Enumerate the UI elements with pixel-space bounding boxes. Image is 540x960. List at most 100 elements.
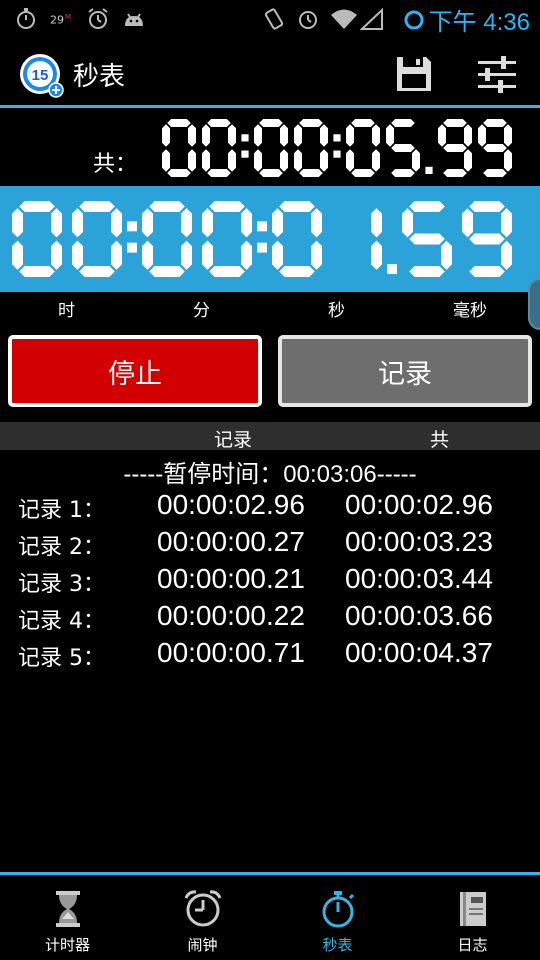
digit-segment (311, 240, 322, 270)
save-icon[interactable] (394, 54, 434, 94)
digit-segment (207, 119, 231, 127)
digit-segment (320, 124, 328, 147)
status-time: 下午 4:36 (428, 9, 530, 36)
digit-segment (209, 201, 245, 212)
digit-segment (391, 119, 415, 127)
digit-segment (386, 124, 394, 147)
digit-segment (254, 149, 262, 172)
laps-list: 记录 1： 00:00:02.96 00:00:02.96 记录 2： 00:0… (0, 488, 540, 673)
seven-segment-digit (462, 201, 512, 277)
seven-segment-digit (202, 201, 252, 277)
separator-dot (333, 134, 341, 142)
app-badge-number: 15 (32, 67, 49, 84)
nav-item-timer[interactable]: 计时器 (0, 875, 135, 960)
digit-segment (280, 149, 288, 172)
lap-button[interactable]: 记录 (278, 335, 532, 407)
digit-segment (294, 124, 302, 147)
total-hours (162, 119, 236, 177)
digit-segment (149, 266, 185, 277)
lap-separator (122, 199, 142, 279)
digit-segment (504, 124, 512, 147)
wifi-icon (331, 9, 357, 29)
digit-segment (409, 233, 445, 245)
total-separator (420, 117, 438, 179)
digit-segment (202, 240, 213, 270)
stop-button[interactable]: 停止 (8, 335, 262, 407)
nav-item-alarm[interactable]: 闹钟 (135, 875, 270, 960)
digit-segment (202, 208, 213, 238)
alarm-set-icon (299, 11, 317, 29)
alarm-icon (88, 8, 108, 29)
digit-segment (162, 149, 170, 172)
digit-segment (299, 169, 323, 177)
separator-dot (257, 221, 267, 232)
digit-segment (202, 149, 210, 172)
digit-segment (254, 124, 262, 147)
lap-name: 记录 3： (18, 572, 105, 597)
separator-dot (241, 134, 249, 142)
seven-segment-digit (478, 119, 512, 177)
lap-seconds (272, 201, 382, 277)
separator-dot (425, 166, 433, 174)
total-minutes (254, 119, 328, 177)
app-logo-icon[interactable]: 15 (18, 52, 64, 98)
digit-segment (79, 266, 115, 277)
digit-segment (409, 201, 445, 212)
lap-name: 记录 5： (18, 646, 105, 671)
side-panel-handle[interactable] (528, 278, 540, 330)
list-item[interactable]: 记录 1： 00:00:02.96 00:00:02.96 (0, 488, 540, 525)
digit-segment (391, 169, 415, 177)
nav-label: 闹钟 (187, 936, 218, 954)
lap-name: 记录 2： (18, 535, 105, 560)
settings-sliders-icon[interactable] (476, 54, 518, 94)
seven-segment-digit (386, 119, 420, 177)
digit-segment (483, 144, 507, 152)
digit-segment (279, 266, 315, 277)
digit-segment (371, 240, 382, 270)
digit-segment (202, 124, 210, 147)
separator-dot (127, 242, 137, 253)
digit-segment (371, 208, 382, 238)
digit-segment (443, 119, 467, 127)
digit-segment (409, 266, 445, 277)
lap-split-time: 00:00:00.71 (157, 637, 305, 668)
signal-strength-icon (360, 8, 383, 30)
nav-item-log[interactable]: 日志 (405, 875, 540, 960)
lap-split-time: 00:00:00.22 (157, 600, 305, 631)
lap-split-time: 00:00:00.21 (157, 563, 305, 594)
unit-hundredths: 毫秒 (453, 301, 487, 321)
action-bar: 15 秒表 (0, 38, 540, 108)
digit-segment (441, 240, 452, 270)
digit-segment (438, 124, 446, 147)
total-hundredths (438, 119, 512, 177)
nav-label: 日志 (457, 936, 488, 954)
digit-segment (402, 208, 413, 238)
digit-segment (228, 149, 236, 172)
nav-item-stopwatch[interactable]: 秒表 (270, 875, 405, 960)
total-separator (328, 117, 346, 179)
digit-segment (79, 201, 115, 212)
seven-segment-digit (371, 208, 382, 270)
stopwatch-icon (322, 891, 355, 928)
lap-name: 记录 4： (18, 609, 105, 634)
list-item[interactable]: 记录 2： 00:00:00.27 00:00:03.23 (0, 525, 540, 562)
nav-label: 秒表 (322, 936, 353, 954)
lap-total-time: 00:00:03.44 (345, 563, 493, 594)
seven-segment-digit (254, 119, 288, 177)
total-seconds (346, 119, 420, 177)
digit-segment (469, 233, 505, 245)
digit-segment (241, 208, 252, 238)
separator-dot (127, 221, 137, 232)
digit-segment (19, 201, 55, 212)
list-item[interactable]: 记录 4： 00:00:00.22 00:00:03.66 (0, 599, 540, 636)
total-time-row: 共： (0, 108, 540, 186)
digit-segment (443, 144, 467, 152)
lap-hundredths (402, 201, 512, 277)
digit-segment (19, 266, 55, 277)
log-book-icon (460, 892, 486, 926)
separator-dot (387, 264, 397, 274)
list-item[interactable]: 记录 5： 00:00:00.71 00:00:04.37 (0, 636, 540, 673)
digit-segment (111, 240, 122, 270)
list-item[interactable]: 记录 3： 00:00:00.21 00:00:03.44 (0, 562, 540, 599)
digit-segment (320, 149, 328, 172)
